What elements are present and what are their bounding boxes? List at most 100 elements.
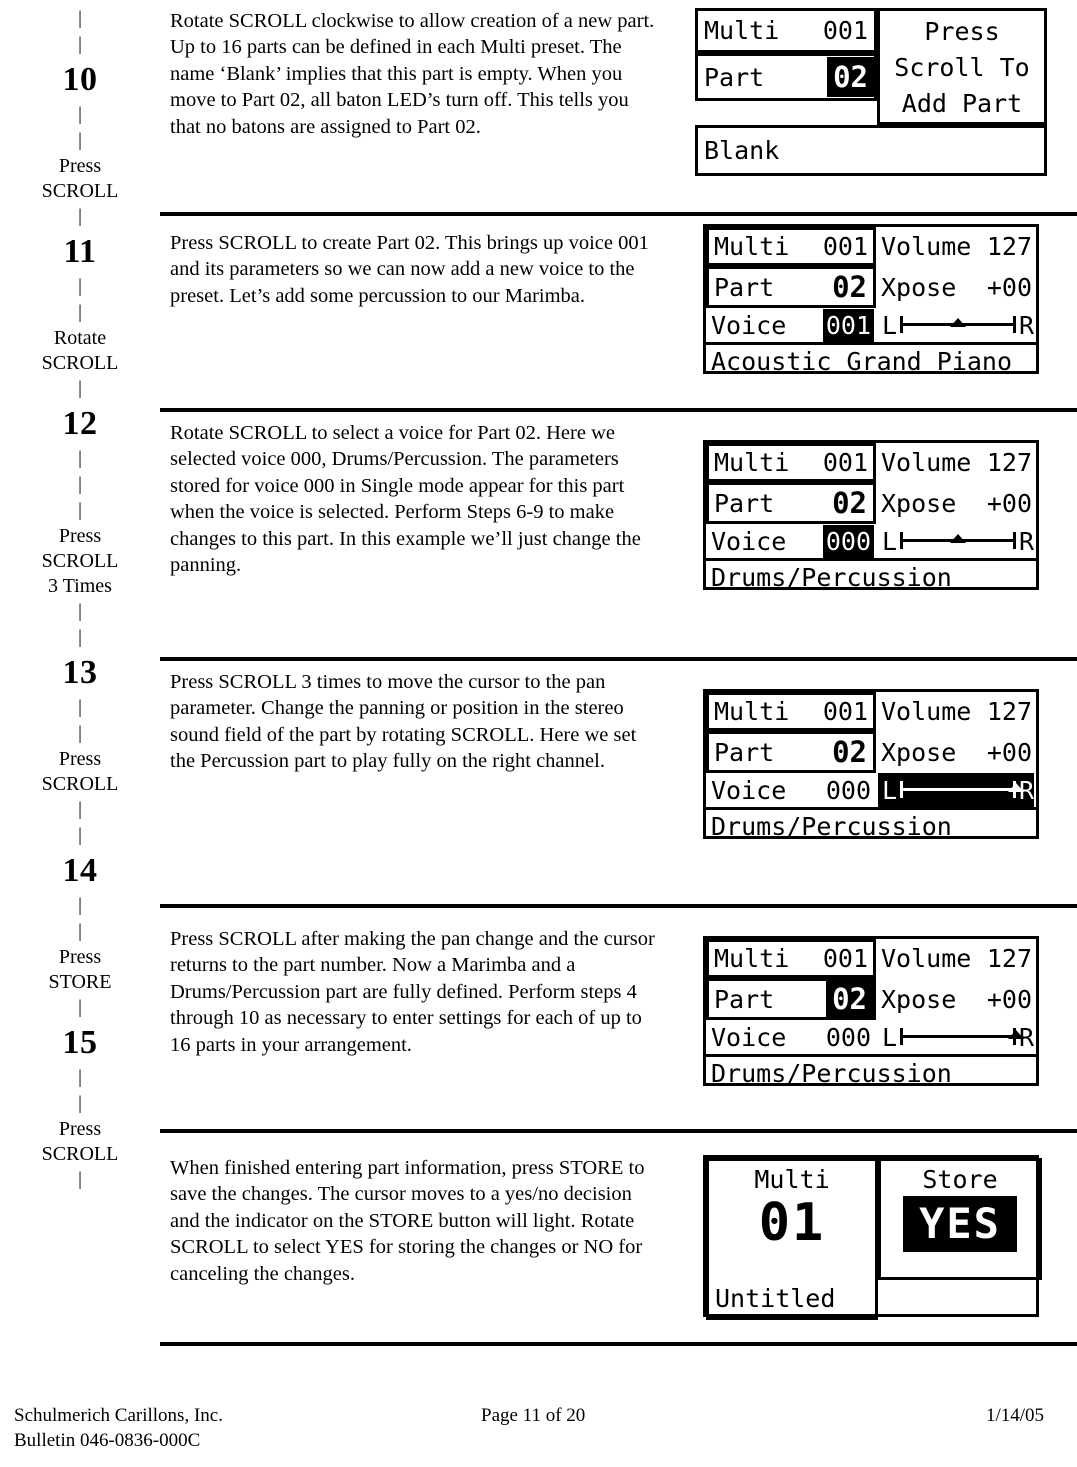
rail-action-label: STORE bbox=[48, 971, 112, 993]
rail-connector: | bbox=[78, 697, 82, 718]
step-row: Rotate SCROLL clockwise to allow creatio… bbox=[160, 0, 1077, 216]
xpose-label: Xpose bbox=[881, 488, 957, 518]
pan-track-line bbox=[900, 1035, 1016, 1038]
xpose-field: Xpose +00 bbox=[876, 266, 1036, 308]
footer-date: 1/14/05 bbox=[985, 1405, 1044, 1426]
multi-value[interactable]: 001 bbox=[823, 16, 868, 45]
part-label: Part bbox=[714, 984, 775, 1014]
volume-field: Volume 127 bbox=[876, 227, 1036, 266]
xpose-value[interactable]: +00 bbox=[987, 489, 1032, 518]
step-number: 13 bbox=[62, 654, 98, 691]
pan-track[interactable] bbox=[900, 1026, 1024, 1048]
rail-connector: | bbox=[78, 276, 82, 297]
pan-meter[interactable]: LR bbox=[878, 773, 1034, 807]
xpose-value[interactable]: +00 bbox=[987, 738, 1032, 767]
pan-position-marker[interactable] bbox=[1007, 1030, 1024, 1039]
multi-label: Multi bbox=[714, 944, 790, 973]
voice-field: Voice 000 bbox=[706, 1020, 876, 1054]
rail-connector: | bbox=[78, 601, 82, 622]
pan-field: LR bbox=[876, 1020, 1036, 1054]
pan-field: LR bbox=[876, 773, 1036, 807]
rail-action-label: Press bbox=[58, 1118, 102, 1140]
step-table: Rotate SCROLL clockwise to allow creatio… bbox=[160, 0, 1077, 1346]
pan-track[interactable] bbox=[900, 530, 1016, 552]
volume-label: Volume bbox=[881, 944, 972, 973]
rail-action-label: Press bbox=[58, 946, 102, 968]
pan-meter[interactable]: LR bbox=[878, 524, 1034, 558]
rail-action-label: SCROLL bbox=[41, 550, 119, 572]
part-value[interactable]: 02 bbox=[826, 268, 873, 306]
pan-meter[interactable]: LR bbox=[878, 308, 1034, 342]
multi-value[interactable]: 001 bbox=[823, 448, 868, 477]
pan-track[interactable] bbox=[900, 779, 1024, 801]
multi-field: Multi 001 bbox=[706, 692, 876, 731]
xpose-label: Xpose bbox=[881, 272, 957, 302]
step-number: 15 bbox=[62, 1024, 98, 1061]
xpose-value[interactable]: +00 bbox=[987, 273, 1032, 302]
part-value[interactable]: 02 bbox=[826, 733, 873, 771]
volume-value[interactable]: 127 bbox=[987, 944, 1032, 973]
step-row: When finished entering part information,… bbox=[160, 1133, 1077, 1346]
rail-connector: | bbox=[78, 1067, 82, 1088]
xpose-value[interactable]: +00 bbox=[987, 985, 1032, 1014]
volume-field: Volume 127 bbox=[876, 443, 1036, 482]
store-choice[interactable]: YES bbox=[903, 1196, 1017, 1252]
part-value[interactable]: 02 bbox=[826, 484, 873, 522]
pan-meter[interactable]: LR bbox=[878, 1020, 1034, 1054]
screen-illustration: Multi 001 Volume 127 Part 02 Xpose +00 Voice 000 L… bbox=[665, 661, 1077, 842]
rail-connector: | bbox=[78, 8, 82, 29]
screen-illustration: Multi 001 Volume 127 Part 02 Xpose +00 Voice 001 L… bbox=[665, 216, 1077, 377]
lcd-screen: Multi 001 Part 02 Press Scroll To Add Part Blan… bbox=[695, 8, 1047, 176]
part-value[interactable]: 02 bbox=[827, 57, 874, 97]
prompt-panel: Press Scroll To Add Part bbox=[877, 8, 1047, 125]
voice-name-field: Drums/Percussion bbox=[706, 1054, 1036, 1089]
voice-value[interactable]: 000 bbox=[822, 524, 874, 558]
footer-page: Page 11 of 20 bbox=[481, 1405, 586, 1426]
volume-value[interactable]: 127 bbox=[987, 232, 1032, 261]
rail-connector: | bbox=[78, 895, 82, 916]
pan-left-label: L bbox=[882, 775, 898, 805]
pan-cap-right bbox=[1012, 532, 1016, 549]
voice-label: Voice bbox=[711, 310, 787, 340]
pan-track[interactable] bbox=[900, 314, 1016, 336]
part-field: Part 02 bbox=[706, 482, 876, 524]
multi-label: Multi bbox=[754, 1165, 830, 1194]
rail-connector: | bbox=[78, 627, 82, 648]
voice-value[interactable]: 001 bbox=[822, 308, 874, 342]
screen-illustration: Multi 01 Untitled Store YES bbox=[665, 1133, 1077, 1320]
pan-position-marker[interactable] bbox=[950, 318, 966, 327]
rail-connector: | bbox=[78, 378, 82, 399]
footer-bulletin: Bulletin 046-0836-000C bbox=[14, 1430, 201, 1451]
volume-label: Volume bbox=[881, 697, 972, 726]
multi-value[interactable]: 001 bbox=[823, 232, 868, 261]
volume-value[interactable]: 127 bbox=[987, 697, 1032, 726]
lcd-screen: Multi 001 Volume 127 Part 02 Xpose +00 Voice 001 L… bbox=[703, 224, 1039, 377]
voice-name-field: Drums/Percussion bbox=[706, 807, 1036, 842]
multi-value[interactable]: 001 bbox=[823, 944, 868, 973]
multi-value[interactable]: 001 bbox=[823, 697, 868, 726]
voice-value[interactable]: 000 bbox=[823, 1021, 874, 1054]
voice-name: Drums/Percussion bbox=[711, 562, 952, 592]
step-rail: | | 10 | | Press SCROLL | 11 | | Rotate SCROLL | 12 | | |… bbox=[0, 0, 160, 1193]
part-value[interactable]: 02 bbox=[826, 980, 873, 1018]
volume-field: Volume 127 bbox=[876, 692, 1036, 731]
step-description: Press SCROLL 3 times to move the cursor … bbox=[170, 671, 637, 773]
xpose-field: Xpose +00 bbox=[876, 978, 1036, 1020]
step-row: Press SCROLL to create Part 02. This bri… bbox=[160, 216, 1077, 412]
volume-value[interactable]: 127 bbox=[987, 448, 1032, 477]
pan-position-marker[interactable] bbox=[950, 534, 966, 543]
multi-value[interactable]: 01 bbox=[759, 1195, 826, 1251]
preset-name: Untitled bbox=[715, 1284, 836, 1313]
rail-connector: | bbox=[78, 34, 82, 55]
voice-name-field: Acoustic Grand Piano bbox=[706, 342, 1036, 377]
part-label: Part bbox=[714, 737, 775, 767]
pan-left-label: L bbox=[882, 310, 898, 340]
rail-action-label: Press bbox=[58, 525, 102, 547]
voice-name: Drums/Percussion bbox=[711, 1058, 952, 1088]
screen-illustration: Multi 001 Part 02 Press Scroll To Add Part Blan… bbox=[665, 0, 1077, 176]
voice-value[interactable]: 000 bbox=[823, 774, 874, 807]
pan-position-marker[interactable] bbox=[1007, 783, 1024, 792]
step-number: 12 bbox=[62, 405, 98, 442]
step-description: When finished entering part information,… bbox=[170, 1157, 645, 1285]
rail-connector: | bbox=[78, 130, 82, 151]
